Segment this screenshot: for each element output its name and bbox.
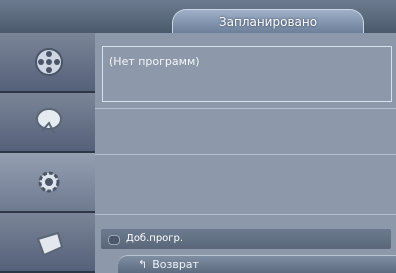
return-icon: ↰ [138,258,148,271]
content-panel: (Нет программ) Доб.прогр. [95,33,396,273]
sidebar [0,33,95,273]
scheduled-list[interactable]: (Нет программ) [102,46,392,102]
film-reel-icon [35,48,63,76]
list-row [95,155,396,215]
footer-bar: ↰ Возврат [118,255,396,273]
list-empty-text: (Нет программ) [109,55,200,68]
tv-osd-screen: Запланировано (Нет программ) Доб.прогр. … [0,0,396,273]
sidebar-item-channel[interactable] [0,93,95,153]
sidebar-item-setup[interactable] [0,153,95,213]
satellite-dish-icon [36,108,62,134]
return-button[interactable]: ↰ Возврат [138,258,199,271]
sidebar-item-picture[interactable] [0,33,95,93]
return-label: Возврат [152,258,199,271]
add-program-item[interactable]: Доб.прогр. [101,229,391,249]
title-bar: Запланировано [0,0,396,33]
add-program-label: Доб.прогр. [126,233,184,244]
gear-icon [38,171,60,193]
item-indicator-icon [108,235,120,245]
sidebar-item-input[interactable] [0,213,95,273]
input-plug-icon [36,231,64,257]
list-row: (Нет программ) [95,33,396,109]
list-row [95,109,396,155]
page-title: Запланировано [218,14,318,29]
title-tab: Запланировано [172,9,364,33]
